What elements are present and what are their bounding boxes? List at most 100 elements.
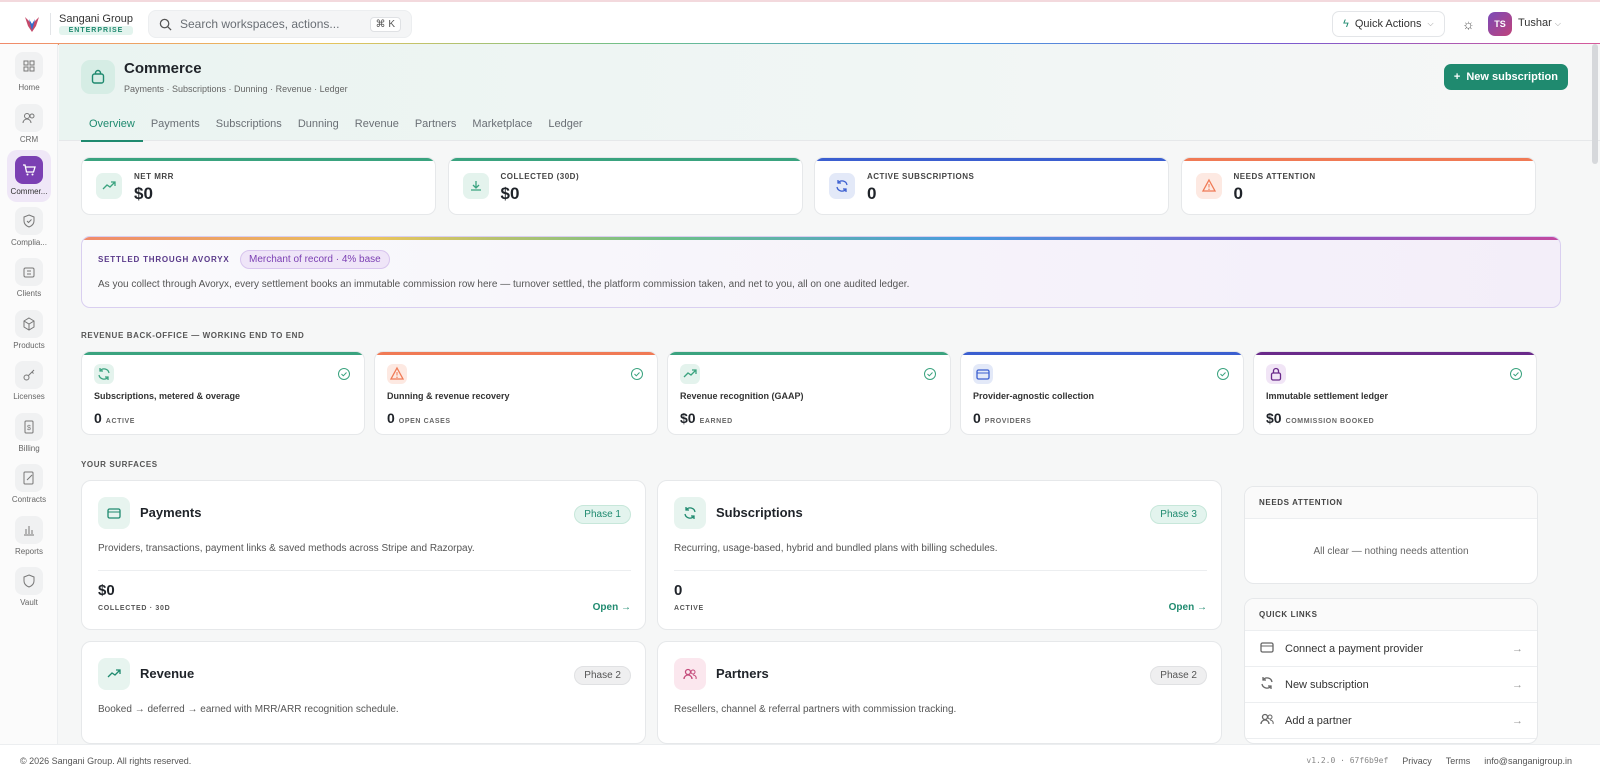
kpi-label: NEEDS ATTENTION (1233, 172, 1316, 181)
surface-card-payments[interactable]: Payments Phase 1 Providers, transactions… (81, 480, 646, 630)
trend-up-icon (96, 173, 122, 199)
arrow-right-icon: → (621, 602, 631, 613)
users-icon (15, 103, 43, 132)
open-link[interactable]: Open → (593, 602, 631, 613)
kpi-card: NET MRR $0 (81, 157, 436, 215)
terms-link[interactable]: Terms (1446, 756, 1471, 766)
shopping-bag-icon (81, 60, 115, 94)
warning-icon (1195, 173, 1222, 199)
sidebar-item-label: Reports (14, 546, 43, 556)
sidebar-item-label: Home (18, 83, 40, 92)
arrow-right-icon: → (1512, 642, 1523, 655)
surface-description: Resellers, channel & referral partners w… (674, 704, 957, 715)
tab-marketplace[interactable]: Marketplace (464, 114, 540, 142)
refresh-icon (94, 364, 114, 384)
backoffice-card-title: Immutable settlement ledger (1266, 391, 1389, 401)
refresh-icon (1259, 675, 1275, 694)
theme-toggle-sun-icon[interactable]: ☼ (1462, 16, 1475, 32)
surface-value: 0 (674, 582, 683, 599)
backoffice-card[interactable]: Subscriptions, metered & overage 0 ACTIVE (81, 351, 365, 435)
sidebar-item-label: Contracts (11, 495, 47, 504)
backoffice-card-title: Provider-agnostic collection (973, 391, 1095, 401)
sidebar-item-label: Clients (16, 289, 42, 298)
arrow-right-icon: → (1512, 714, 1523, 727)
sidebar-item-label: Vault (20, 598, 38, 607)
sidebar-item-crm[interactable]: CRM (0, 103, 58, 144)
copyright: © 2026 Sangani Group. All rights reserve… (20, 756, 192, 766)
tab-revenue[interactable]: Revenue (347, 114, 407, 142)
card-icon (973, 364, 993, 384)
vault-shield-icon (15, 567, 43, 595)
kpi-label: NET MRR (134, 172, 174, 181)
quick-link[interactable]: Connect a payment provider → (1245, 631, 1537, 667)
sidebar-item-home[interactable]: Home (0, 52, 58, 92)
user-avatar[interactable]: TS (1488, 12, 1512, 36)
open-link[interactable]: Open → (1169, 602, 1207, 613)
kpi-value: $0 (500, 184, 520, 203)
sidebar-item-complia[interactable]: Complia... (0, 206, 58, 247)
backoffice-card-value: 0 (973, 410, 981, 426)
surface-description: Recurring, usage-based, hybrid and bundl… (674, 543, 998, 554)
quick-actions-button[interactable]: ϟ Quick Actions ⌵ (1332, 11, 1445, 37)
tab-overview[interactable]: Overview (81, 114, 143, 142)
backoffice-heading: REVENUE BACK-OFFICE — WORKING END TO END (81, 331, 305, 340)
sidebar-item-label: CRM (19, 134, 39, 144)
needs-attention-empty: All clear — nothing needs attention (1313, 545, 1469, 557)
arrow-right-icon: → (1512, 678, 1523, 691)
backoffice-card-unit: EARNED (699, 418, 733, 425)
sidebar-item-commer[interactable]: Commer... (0, 150, 58, 202)
backoffice-card-value: $0 (680, 410, 696, 426)
needs-attention-panel: NEEDS ATTENTION All clear — nothing need… (1244, 486, 1538, 584)
phase-badge: Phase 2 (1150, 666, 1207, 685)
email-link[interactable]: info@sanganigroup.in (1484, 756, 1572, 766)
merchant-of-record-badge: Merchant of record · 4% base (240, 250, 390, 269)
svg-text:$: $ (27, 425, 31, 432)
surface-description: Providers, transactions, payment links &… (98, 543, 475, 554)
kpi-value: $0 (134, 184, 153, 203)
chevron-down-icon: ⌵ (1427, 19, 1434, 28)
sidebar-item-clients[interactable]: Clients (0, 258, 58, 298)
quick-link[interactable]: New subscription → (1245, 667, 1537, 703)
backoffice-card-value: 0 (387, 410, 395, 426)
backoffice-card[interactable]: Immutable settlement ledger $0 COMMISSION… (1253, 351, 1537, 435)
tab-payments[interactable]: Payments (143, 114, 208, 142)
search-shortcut: ⌘ K (369, 16, 401, 32)
new-subscription-button[interactable]: + New subscription (1443, 64, 1568, 90)
chevron-down-icon: ⌵ (1554, 19, 1561, 28)
tab-ledger[interactable]: Ledger (540, 114, 590, 142)
sidebar-item-reports[interactable]: Reports (0, 515, 58, 556)
surface-title: Partners (716, 666, 769, 681)
sidebar-item-contracts[interactable]: Contracts (0, 464, 58, 504)
main-content: Commerce Payments · Subscriptions · Dunn… (59, 44, 1600, 744)
phase-badge: Phase 1 (574, 505, 631, 524)
backoffice-card[interactable]: Revenue recognition (GAAP) $0 EARNED (667, 351, 951, 435)
kpi-value: 0 (1233, 184, 1243, 203)
search-input[interactable]: Search workspaces, actions... ⌘ K (148, 10, 412, 38)
sidebar-item-billing[interactable]: $ Billing (0, 412, 58, 453)
kpi-card: NEEDS ATTENTION 0 (1180, 157, 1536, 215)
card-icon (1259, 639, 1275, 658)
tab-subscriptions[interactable]: Subscriptions (208, 114, 290, 142)
backoffice-card-title: Revenue recognition (GAAP) (680, 391, 804, 401)
tab-dunning[interactable]: Dunning (290, 114, 347, 142)
cart-icon (15, 156, 43, 184)
quick-links-title: QUICK LINKS (1245, 599, 1537, 631)
sidebar-item-licenses[interactable]: Licenses (0, 361, 58, 401)
sidebar-item-vault[interactable]: Vault (0, 567, 58, 607)
lock-icon (1266, 364, 1286, 384)
surface-card-subscriptions[interactable]: Subscriptions Phase 3 Recurring, usage-b… (657, 480, 1222, 630)
privacy-link[interactable]: Privacy (1402, 756, 1432, 766)
brand[interactable]: Sangani Group ENTERPRISE (20, 12, 133, 36)
user-menu[interactable]: Tushar ⌵ (1518, 17, 1561, 29)
surface-card-partners[interactable]: Partners Phase 2 Resellers, channel & re… (657, 641, 1222, 744)
backoffice-card[interactable]: Dunning & revenue recovery 0 OPEN CASES (374, 351, 658, 435)
tab-partners[interactable]: Partners (407, 114, 465, 142)
scrollbar[interactable] (1592, 44, 1598, 164)
surface-card-revenue[interactable]: Revenue Phase 2 Booked → deferred → earn… (81, 641, 646, 744)
sidebar-item-products[interactable]: Products (0, 309, 58, 350)
backoffice-card[interactable]: Provider-agnostic collection 0 PROVIDERS (960, 351, 1244, 435)
quick-link-label: Add a partner (1285, 714, 1352, 727)
quick-link[interactable]: Add a partner → (1245, 703, 1537, 739)
check-circle-icon (1215, 366, 1231, 387)
contract-icon (15, 464, 43, 492)
